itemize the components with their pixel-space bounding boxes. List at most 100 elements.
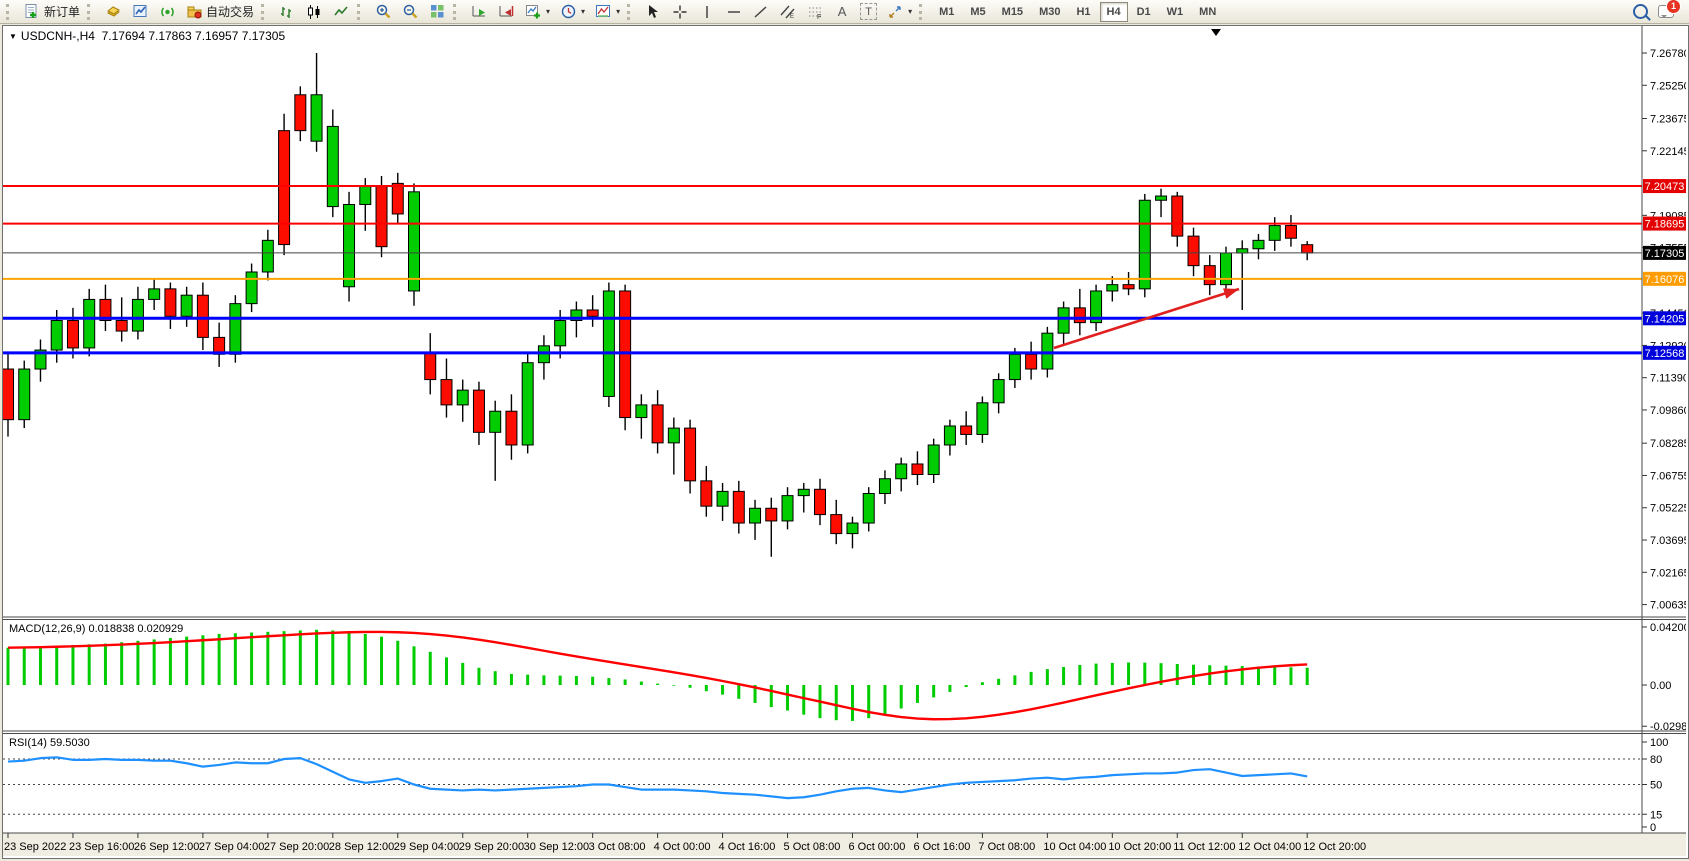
rsi-line bbox=[8, 757, 1307, 798]
price-chart-canvas[interactable]: 7.267807.252507.236757.221457.190857.175… bbox=[3, 26, 1686, 861]
trendline-tool-button[interactable] bbox=[748, 1, 774, 23]
svg-text:7.09860: 7.09860 bbox=[1650, 405, 1686, 417]
svg-text:7.17305: 7.17305 bbox=[1645, 248, 1685, 260]
text-tool-icon: A bbox=[833, 3, 851, 21]
auto-trading-label: 自动交易 bbox=[206, 3, 254, 20]
line-chart-icon bbox=[332, 3, 350, 21]
search-icon[interactable] bbox=[1631, 3, 1649, 21]
periods-button[interactable]: ▾ bbox=[555, 1, 589, 23]
svg-text:7.11390: 7.11390 bbox=[1650, 373, 1686, 385]
timeframe-button-m5[interactable]: M5 bbox=[963, 2, 992, 22]
svg-text:12 Oct 04:00: 12 Oct 04:00 bbox=[1238, 841, 1301, 853]
candlestick-chart-icon bbox=[305, 3, 323, 21]
auto-scroll-button[interactable] bbox=[466, 1, 492, 23]
toolbar-grip[interactable] bbox=[87, 4, 95, 20]
timeframe-button-mn[interactable]: MN bbox=[1192, 2, 1223, 22]
svg-text:6 Oct 00:00: 6 Oct 00:00 bbox=[848, 841, 905, 853]
auto-scroll-icon bbox=[470, 3, 488, 21]
timeframe-button-d1[interactable]: D1 bbox=[1130, 2, 1158, 22]
periods-caret-icon[interactable]: ▾ bbox=[581, 7, 585, 16]
svg-text:4 Oct 00:00: 4 Oct 00:00 bbox=[654, 841, 711, 853]
trendline-icon bbox=[752, 3, 770, 21]
svg-text:4 Oct 16:00: 4 Oct 16:00 bbox=[719, 841, 776, 853]
toolbar-grip[interactable] bbox=[627, 4, 635, 20]
svg-text:7.26780: 7.26780 bbox=[1650, 48, 1686, 60]
chart-window[interactable]: ▼USDCNH-,H4 7.17694 7.17863 7.16957 7.17… bbox=[2, 25, 1689, 859]
svg-text:80: 80 bbox=[1650, 754, 1662, 766]
trend-arrow-head bbox=[1223, 288, 1239, 298]
channel-tool-button[interactable]: E bbox=[775, 1, 801, 23]
svg-text:7.03695: 7.03695 bbox=[1650, 535, 1686, 547]
toolbar-right-tools: 1 bbox=[1631, 3, 1685, 21]
horizontal-line-tool-button[interactable] bbox=[721, 1, 747, 23]
svg-text:0.042001: 0.042001 bbox=[1650, 622, 1686, 634]
toolbar-grip[interactable] bbox=[357, 4, 365, 20]
zoom-in-button[interactable] bbox=[370, 1, 396, 23]
new-order-icon bbox=[23, 3, 41, 21]
label-tool-icon: T bbox=[860, 3, 877, 20]
horizontal-line-icon bbox=[725, 3, 743, 21]
shapes-caret-icon[interactable]: ▾ bbox=[908, 7, 912, 16]
market-watch-icon bbox=[104, 3, 122, 21]
auto-trading-button[interactable]: 自动交易 bbox=[181, 1, 258, 23]
shapes-tool-button[interactable]: ▾ bbox=[882, 1, 916, 23]
svg-text:6 Oct 16:00: 6 Oct 16:00 bbox=[913, 841, 970, 853]
svg-text:100: 100 bbox=[1650, 737, 1668, 749]
zoom-out-button[interactable] bbox=[397, 1, 423, 23]
svg-text:7.08285: 7.08285 bbox=[1650, 438, 1686, 450]
crosshair-tool-button[interactable] bbox=[667, 1, 693, 23]
data-window-button[interactable] bbox=[127, 1, 153, 23]
svg-text:30 Sep 12:00: 30 Sep 12:00 bbox=[524, 841, 589, 853]
svg-text:7.22145: 7.22145 bbox=[1650, 146, 1686, 158]
cursor-tool-button[interactable] bbox=[640, 1, 666, 23]
chart-shift-marker bbox=[1211, 29, 1221, 36]
timeframe-button-h4[interactable]: H4 bbox=[1100, 2, 1128, 22]
timeframe-button-h1[interactable]: H1 bbox=[1069, 2, 1097, 22]
svg-text:23 Sep 2022: 23 Sep 2022 bbox=[4, 841, 66, 853]
timeframe-button-m15[interactable]: M15 bbox=[995, 2, 1030, 22]
svg-text:3 Oct 08:00: 3 Oct 08:00 bbox=[589, 841, 646, 853]
timeframe-buttons: M1M5M15M30H1H4D1W1MN bbox=[932, 2, 1223, 22]
indicators-button[interactable]: ▾ bbox=[520, 1, 554, 23]
svg-text:-0.029864: -0.029864 bbox=[1650, 721, 1686, 733]
fibonacci-tool-button[interactable]: F bbox=[802, 1, 828, 23]
toolbar-grip[interactable] bbox=[6, 4, 14, 20]
signals-button[interactable] bbox=[154, 1, 180, 23]
svg-text:7 Oct 08:00: 7 Oct 08:00 bbox=[978, 841, 1035, 853]
market-watch-button[interactable] bbox=[100, 1, 126, 23]
label-tool-button[interactable]: T bbox=[856, 1, 881, 23]
timeframe-button-m1[interactable]: M1 bbox=[932, 2, 961, 22]
zoom-out-icon bbox=[401, 3, 419, 21]
vertical-line-tool-button[interactable] bbox=[694, 1, 720, 23]
cursor-icon bbox=[644, 3, 662, 21]
fibo-glyph: F bbox=[817, 14, 821, 20]
toolbar-grip[interactable] bbox=[919, 4, 927, 20]
timeframe-button-w1[interactable]: W1 bbox=[1160, 2, 1191, 22]
bar-chart-button[interactable] bbox=[274, 1, 300, 23]
timeframe-button-m30[interactable]: M30 bbox=[1032, 2, 1067, 22]
periods-clock-icon bbox=[559, 3, 577, 21]
candlestick-chart-button[interactable] bbox=[301, 1, 327, 23]
templates-icon bbox=[594, 3, 612, 21]
toolbar-grip[interactable] bbox=[453, 4, 461, 20]
text-tool-button[interactable]: A bbox=[829, 1, 855, 23]
fibonacci-icon: F bbox=[806, 3, 824, 21]
new-order-button[interactable]: 新订单 bbox=[19, 1, 84, 23]
tile-windows-button[interactable] bbox=[424, 1, 450, 23]
templates-caret-icon[interactable]: ▾ bbox=[616, 7, 620, 16]
chat-icon[interactable]: 1 bbox=[1657, 3, 1675, 21]
templates-button[interactable]: ▾ bbox=[590, 1, 624, 23]
svg-text:27 Sep 04:00: 27 Sep 04:00 bbox=[199, 841, 264, 853]
chart-svg[interactable]: 7.267807.252507.236757.221457.190857.175… bbox=[3, 26, 1686, 856]
svg-text:7.02165: 7.02165 bbox=[1650, 567, 1686, 579]
indicators-caret-icon[interactable]: ▾ bbox=[546, 7, 550, 16]
toolbar-grip[interactable] bbox=[261, 4, 269, 20]
bar-chart-icon bbox=[278, 3, 296, 21]
svg-text:29 Sep 04:00: 29 Sep 04:00 bbox=[394, 841, 459, 853]
svg-text:15: 15 bbox=[1650, 809, 1662, 821]
indicators-icon bbox=[524, 3, 542, 21]
equidistant-channel-icon: E bbox=[779, 3, 797, 21]
svg-text:7.20473: 7.20473 bbox=[1645, 181, 1685, 193]
line-chart-button[interactable] bbox=[328, 1, 354, 23]
chart-shift-button[interactable] bbox=[493, 1, 519, 23]
